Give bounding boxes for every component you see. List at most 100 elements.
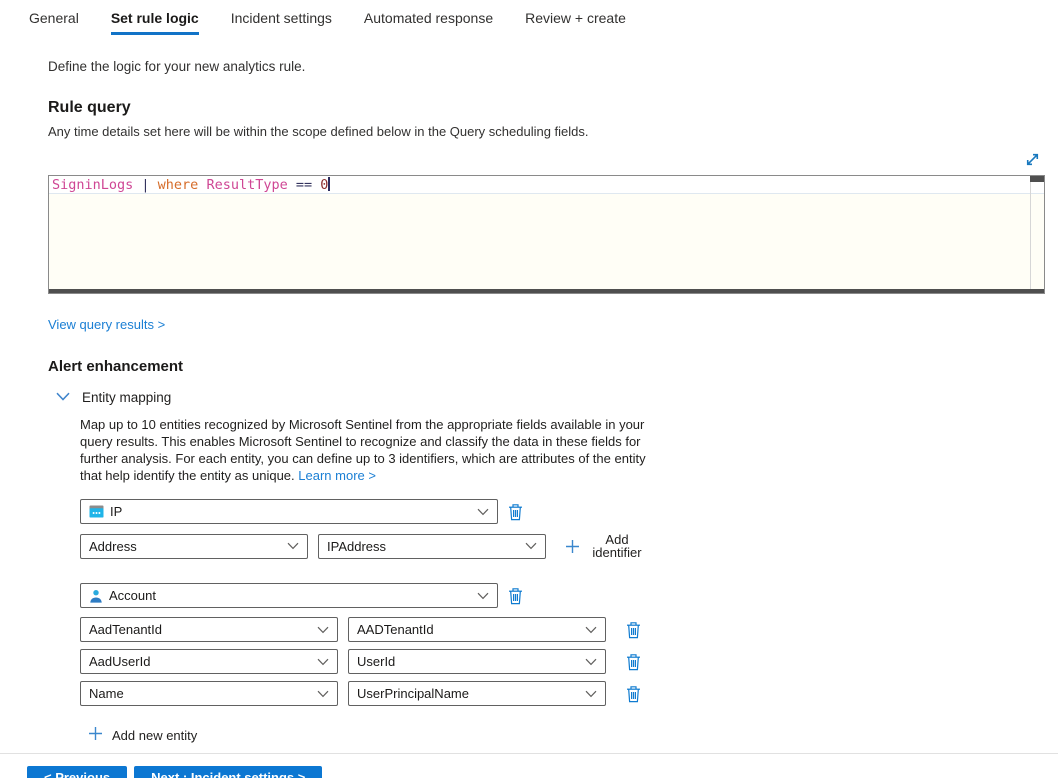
chevron-down-icon (317, 658, 329, 666)
chevron-down-icon (477, 508, 489, 516)
entity-account: Account AadTenantId AADTenantId AadUserId Us… (80, 583, 1058, 706)
view-query-results-link[interactable]: View query results > (48, 317, 165, 332)
query-token: where (158, 177, 207, 193)
add-new-entity-button[interactable]: Add new entity (88, 726, 197, 744)
trash-icon (626, 685, 641, 703)
chevron-down-icon (585, 658, 597, 666)
chevron-down-icon (585, 626, 597, 634)
entity-ip: IPAddressIPAddressAdd identifier (80, 499, 1058, 559)
identifier-select-value: Name (89, 686, 317, 701)
trash-icon (508, 503, 523, 521)
identifier-select-value: AadUserId (89, 654, 317, 669)
entity-mapping-description: Map up to 10 entities recognized by Micr… (80, 416, 652, 484)
identifier-row: AadUserId UserId (80, 649, 1058, 674)
entity-type-select[interactable]: IP (80, 499, 498, 524)
identifier-row: Name UserPrincipalName (80, 681, 1058, 706)
delete-identifier-button[interactable] (624, 621, 643, 639)
horizontal-scrollbar-thumb[interactable] (49, 289, 1044, 293)
alert-enhancement-heading: Alert enhancement (48, 358, 1058, 375)
tab-review-create[interactable]: Review + create (525, 10, 626, 35)
identifier-select-label: AadTenantId (89, 622, 162, 637)
delete-entity-button[interactable] (506, 587, 525, 605)
tab-general[interactable]: General (29, 10, 79, 35)
vertical-scrollbar[interactable] (1030, 176, 1044, 293)
query-token: 0 (320, 177, 328, 193)
learn-more-link[interactable]: Learn more > (298, 468, 376, 483)
entity-type-row: Account (80, 583, 1058, 608)
expand-query-editor-button[interactable] (1024, 151, 1041, 168)
account-icon (89, 589, 103, 603)
identifier-row: AadTenantId AADTenantId (80, 617, 1058, 642)
identifier-select[interactable]: AadUserId (80, 649, 338, 674)
chevron-down-icon (317, 690, 329, 698)
identifier-value-select-label: IPAddress (327, 539, 386, 554)
vertical-scrollbar-thumb[interactable] (1030, 176, 1044, 182)
identifier-select[interactable]: AadTenantId (80, 617, 338, 642)
chevron-down-icon (525, 542, 537, 550)
query-token: ResultType (206, 177, 295, 193)
rule-query-heading: Rule query (48, 99, 1058, 117)
identifier-value-select-label: UserPrincipalName (357, 686, 469, 701)
chevron-down-icon (585, 690, 597, 698)
add-new-entity-label: Add new entity (112, 728, 197, 743)
footer-divider (0, 753, 1058, 754)
set-rule-logic-page: General Set rule logic Incident settings Au… (0, 0, 1058, 778)
entity-mapping-label: Entity mapping (82, 390, 171, 405)
add-identifier-label: Add identifier (588, 533, 646, 559)
identifier-value-select-label: UserId (357, 654, 395, 669)
delete-entity-button[interactable] (506, 503, 525, 521)
next-button[interactable]: Next : Incident settings > (134, 766, 322, 778)
identifier-value-select-value: IPAddress (327, 539, 525, 554)
delete-identifier-button[interactable] (624, 653, 643, 671)
text-cursor (328, 177, 330, 191)
identifier-select-label: AadUserId (89, 654, 150, 669)
identifier-value-select-value: UserId (357, 654, 585, 669)
trash-icon (508, 587, 523, 605)
tab-automated-response[interactable]: Automated response (364, 10, 493, 35)
chevron-down-icon (287, 542, 299, 550)
identifier-value-select[interactable]: IPAddress (318, 534, 546, 559)
wizard-tabs: General Set rule logic Incident settings Au… (0, 0, 1058, 35)
entity-type-select-value: IP (89, 504, 477, 519)
identifier-value-select-value: UserPrincipalName (357, 686, 585, 701)
editor-toolbar (48, 151, 1045, 168)
chevron-down-icon (317, 626, 329, 634)
entity-type-row: IP (80, 499, 1058, 524)
chevron-down-icon (477, 592, 489, 600)
identifier-select[interactable]: Address (80, 534, 308, 559)
tab-incident-settings[interactable]: Incident settings (231, 10, 332, 35)
tab-set-rule-logic[interactable]: Set rule logic (111, 10, 199, 35)
previous-button[interactable]: < Previous (27, 766, 127, 778)
expand-icon (1024, 156, 1041, 171)
identifier-select-label: Name (89, 686, 124, 701)
rule-query-subtitle: Any time details set here will be within… (48, 124, 1058, 139)
identifier-select[interactable]: Name (80, 681, 338, 706)
entity-mapping-expander[interactable]: Entity mapping (56, 388, 1058, 406)
identifier-value-select-value: AADTenantId (357, 622, 585, 637)
identifier-value-select[interactable]: UserPrincipalName (348, 681, 606, 706)
add-identifier-button[interactable]: Add identifier (565, 533, 646, 559)
page-description: Define the logic for your new analytics … (48, 59, 1058, 74)
plus-icon (88, 726, 103, 744)
identifier-row: Address IPAddress Add identifier (80, 533, 1058, 559)
trash-icon (626, 653, 641, 671)
identifier-select-label: Address (89, 539, 137, 554)
entity-type-select-label: IP (110, 504, 122, 519)
wizard-footer: < Previous Next : Incident settings > (27, 766, 1058, 778)
query-token: == (296, 177, 320, 193)
identifier-select-value: AadTenantId (89, 622, 317, 637)
query-token: SigninLogs (52, 177, 141, 193)
entity-list: IPAddressIPAddressAdd identifierAccountA… (80, 499, 1058, 706)
ip-icon (89, 505, 104, 518)
trash-icon (626, 621, 641, 639)
query-editor[interactable]: SigninLogs | where ResultType == 0 (48, 175, 1045, 294)
entity-type-select-label: Account (109, 588, 156, 603)
chevron-down-icon (56, 388, 70, 406)
plus-icon (565, 539, 580, 554)
delete-identifier-button[interactable] (624, 685, 643, 703)
identifier-select-value: Address (89, 539, 287, 554)
identifier-value-select[interactable]: UserId (348, 649, 606, 674)
entity-type-select[interactable]: Account (80, 583, 498, 608)
identifier-value-select[interactable]: AADTenantId (348, 617, 606, 642)
query-code-line[interactable]: SigninLogs | where ResultType == 0 (49, 176, 1044, 194)
